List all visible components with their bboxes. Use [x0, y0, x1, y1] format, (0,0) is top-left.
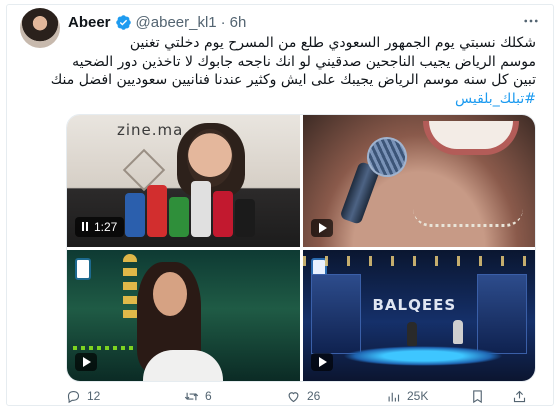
- guest-figure: [452, 319, 463, 344]
- video-thumbnail[interactable]: zine.ma 1:27: [67, 115, 300, 247]
- share-button[interactable]: [512, 389, 527, 404]
- author-handle[interactable]: @abeer_kl1: [136, 14, 217, 31]
- microphones-image: [125, 177, 265, 237]
- stage-title: BALQEES: [372, 295, 457, 314]
- stage-screen: [310, 273, 361, 354]
- tweet-text-line: تبين كل سنه موسم الرياض يجيبك على ايش وك…: [50, 72, 536, 88]
- views-count: 25K: [407, 389, 429, 403]
- channel-logo-icon: [75, 257, 91, 280]
- verified-badge-icon: [115, 14, 132, 31]
- video-thumbnail[interactable]: [302, 115, 535, 247]
- person-face: [153, 271, 187, 316]
- bookmark-button[interactable]: [470, 389, 485, 404]
- tweet-text-line: موسم الرياض يجيب الناجحين صدقيني لو انك …: [72, 53, 536, 70]
- host-figure: [406, 321, 417, 346]
- author-name[interactable]: Abeer: [68, 14, 111, 31]
- hashtag-link[interactable]: #تبلك_بلقيس: [66, 90, 536, 109]
- retweet-count: 6: [205, 389, 212, 403]
- bookmark-icon: [473, 389, 482, 403]
- separator-dot: ·: [220, 13, 226, 31]
- smile-image: [422, 121, 519, 155]
- stage-floor: [342, 345, 503, 366]
- timestamp[interactable]: 6h: [230, 14, 247, 31]
- play-icon[interactable]: [310, 218, 333, 237]
- tweet-text: شكلك نسبتي يوم الجمهور السعودي طلع من ال…: [50, 34, 536, 109]
- watermark-text: zine.ma: [117, 121, 184, 139]
- decor-lights: [73, 345, 133, 350]
- retweet-button[interactable]: 6: [184, 389, 212, 404]
- action-bar: 12 6 26 25K: [66, 388, 536, 404]
- more-icon[interactable]: [518, 10, 544, 32]
- video-control[interactable]: 1:27: [75, 216, 125, 237]
- video-duration: 1:27: [94, 219, 118, 234]
- heart-icon: [288, 391, 299, 402]
- views-button[interactable]: 25K: [386, 389, 428, 404]
- reply-count: 12: [87, 389, 101, 403]
- play-icon[interactable]: [75, 353, 97, 371]
- tweet-text-line: شكلك نسبتي يوم الجمهور السعودي طلع من ال…: [129, 35, 536, 51]
- pause-icon: [82, 222, 88, 231]
- video-thumbnail[interactable]: [67, 249, 300, 381]
- necklace-image: [412, 209, 523, 227]
- avatar[interactable]: [20, 8, 60, 48]
- video-thumbnail[interactable]: BALQEES: [302, 249, 535, 381]
- media-grid: zine.ma 1:27 BALQEES: [66, 114, 536, 382]
- views-icon: [388, 392, 400, 401]
- retweet-icon: [184, 392, 199, 400]
- stage-lights-image: [123, 253, 137, 324]
- stage-lights-image: [302, 255, 535, 266]
- like-count: 26: [307, 389, 321, 403]
- share-icon: [513, 390, 526, 402]
- tweet-header: Abeer @abeer_kl1 · 6h: [68, 12, 246, 32]
- reply-button[interactable]: 12: [66, 389, 100, 404]
- play-icon[interactable]: [310, 353, 333, 371]
- stage-screen: [477, 273, 527, 354]
- like-button[interactable]: 26: [286, 389, 320, 404]
- reply-icon: [67, 390, 80, 403]
